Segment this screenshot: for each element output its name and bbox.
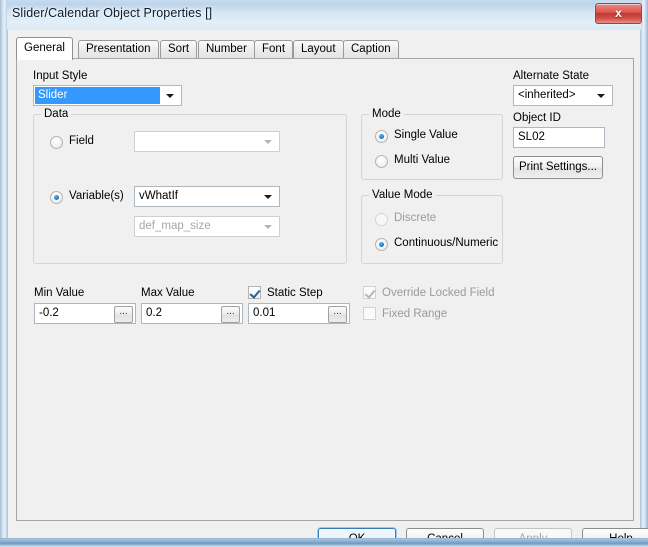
min-value-label: Min Value bbox=[34, 287, 85, 299]
max-value-input[interactable]: 0.2 ... bbox=[141, 303, 243, 324]
window-border-bottom bbox=[0, 538, 648, 547]
tab-general[interactable]: General bbox=[16, 37, 73, 60]
radio-field-label: Field bbox=[69, 135, 94, 147]
tab-strip: General Presentation Sort Number Font La… bbox=[16, 37, 634, 60]
window-border-right bbox=[641, 0, 648, 547]
static-step-input[interactable]: 0.01 ... bbox=[248, 303, 350, 324]
radio-variables-label: Variable(s) bbox=[69, 190, 124, 202]
window-title: Slider/Calendar Object Properties [] bbox=[12, 6, 213, 20]
tab-caption[interactable]: Caption bbox=[343, 40, 399, 59]
object-id-label: Object ID bbox=[513, 112, 561, 124]
tab-page-general: Input Style Slider Data Field Variable(s… bbox=[16, 58, 634, 521]
tab-number[interactable]: Number bbox=[198, 40, 255, 59]
fixed-range-label: Fixed Range bbox=[382, 308, 448, 320]
dialog-client-area: General Presentation Sort Number Font La… bbox=[7, 30, 648, 547]
min-value-input[interactable]: -0.2 ... bbox=[34, 303, 136, 324]
radio-continuous-numeric[interactable] bbox=[375, 238, 388, 251]
radio-single-value-label: Single Value bbox=[394, 129, 458, 141]
object-id-text: SL02 bbox=[518, 131, 545, 143]
object-id-input[interactable]: SL02 bbox=[513, 127, 605, 148]
window-border-left bbox=[0, 0, 7, 547]
static-step-browse-button[interactable]: ... bbox=[328, 306, 347, 323]
chevron-down-icon bbox=[597, 94, 605, 98]
max-value-text: 0.2 bbox=[146, 307, 162, 319]
value-mode-group: Value Mode Discrete Continuous/Numeric bbox=[361, 189, 503, 264]
alternate-state-value: <inherited> bbox=[518, 89, 576, 101]
checkbox-fixed-range[interactable] bbox=[363, 307, 376, 320]
tab-layout[interactable]: Layout bbox=[293, 40, 344, 59]
data-group: Data Field Variable(s) vWhatIf def_map_s… bbox=[33, 108, 347, 264]
radio-field[interactable] bbox=[50, 136, 63, 149]
close-button[interactable]: x bbox=[595, 3, 642, 24]
radio-variables[interactable] bbox=[50, 191, 63, 204]
static-step-label: Static Step bbox=[267, 287, 323, 299]
print-settings-button[interactable]: Print Settings... bbox=[513, 156, 603, 179]
input-style-combo[interactable]: Slider bbox=[33, 85, 182, 106]
checkbox-override-locked-field[interactable] bbox=[363, 286, 376, 299]
variables-combo-value: vWhatIf bbox=[139, 190, 178, 202]
variables-secondary-combo-value: def_map_size bbox=[139, 220, 211, 232]
mode-group: Mode Single Value Multi Value bbox=[361, 108, 503, 180]
chevron-down-icon bbox=[264, 225, 272, 229]
radio-continuous-numeric-label: Continuous/Numeric bbox=[394, 237, 499, 249]
tab-sort[interactable]: Sort bbox=[160, 40, 198, 59]
alternate-state-label: Alternate State bbox=[513, 70, 590, 82]
print-settings-label: Print Settings... bbox=[519, 161, 597, 173]
min-value-text: -0.2 bbox=[39, 307, 59, 319]
override-locked-field-label: Override Locked Field bbox=[382, 287, 495, 299]
static-step-text: 0.01 bbox=[253, 307, 276, 319]
chevron-down-icon bbox=[166, 94, 174, 98]
chevron-down-icon bbox=[264, 140, 272, 144]
tab-font[interactable]: Font bbox=[254, 40, 294, 59]
min-value-browse-button[interactable]: ... bbox=[114, 306, 133, 323]
dialog-window: Slider/Calendar Object Properties [] x G… bbox=[0, 0, 648, 547]
max-value-browse-button[interactable]: ... bbox=[221, 306, 240, 323]
mode-group-title: Mode bbox=[369, 108, 404, 120]
radio-discrete-label: Discrete bbox=[394, 212, 437, 224]
radio-discrete[interactable] bbox=[375, 213, 388, 226]
close-icon: x bbox=[615, 6, 622, 20]
radio-multi-value[interactable] bbox=[375, 155, 388, 168]
checkbox-static-step[interactable] bbox=[248, 286, 261, 299]
value-mode-group-title: Value Mode bbox=[369, 189, 436, 201]
field-combo[interactable] bbox=[134, 131, 280, 152]
chevron-down-icon bbox=[264, 195, 272, 199]
data-group-title: Data bbox=[41, 108, 72, 120]
max-value-label: Max Value bbox=[141, 287, 195, 299]
radio-single-value[interactable] bbox=[375, 130, 388, 143]
input-style-value: Slider bbox=[38, 89, 68, 101]
tab-presentation[interactable]: Presentation bbox=[78, 40, 159, 59]
input-style-label: Input Style bbox=[33, 70, 88, 82]
title-bar: Slider/Calendar Object Properties [] x bbox=[0, 0, 648, 30]
variables-combo[interactable]: vWhatIf bbox=[134, 186, 280, 207]
radio-multi-value-label: Multi Value bbox=[394, 154, 451, 166]
alternate-state-combo[interactable]: <inherited> bbox=[513, 85, 613, 106]
variables-secondary-combo[interactable]: def_map_size bbox=[134, 216, 280, 237]
